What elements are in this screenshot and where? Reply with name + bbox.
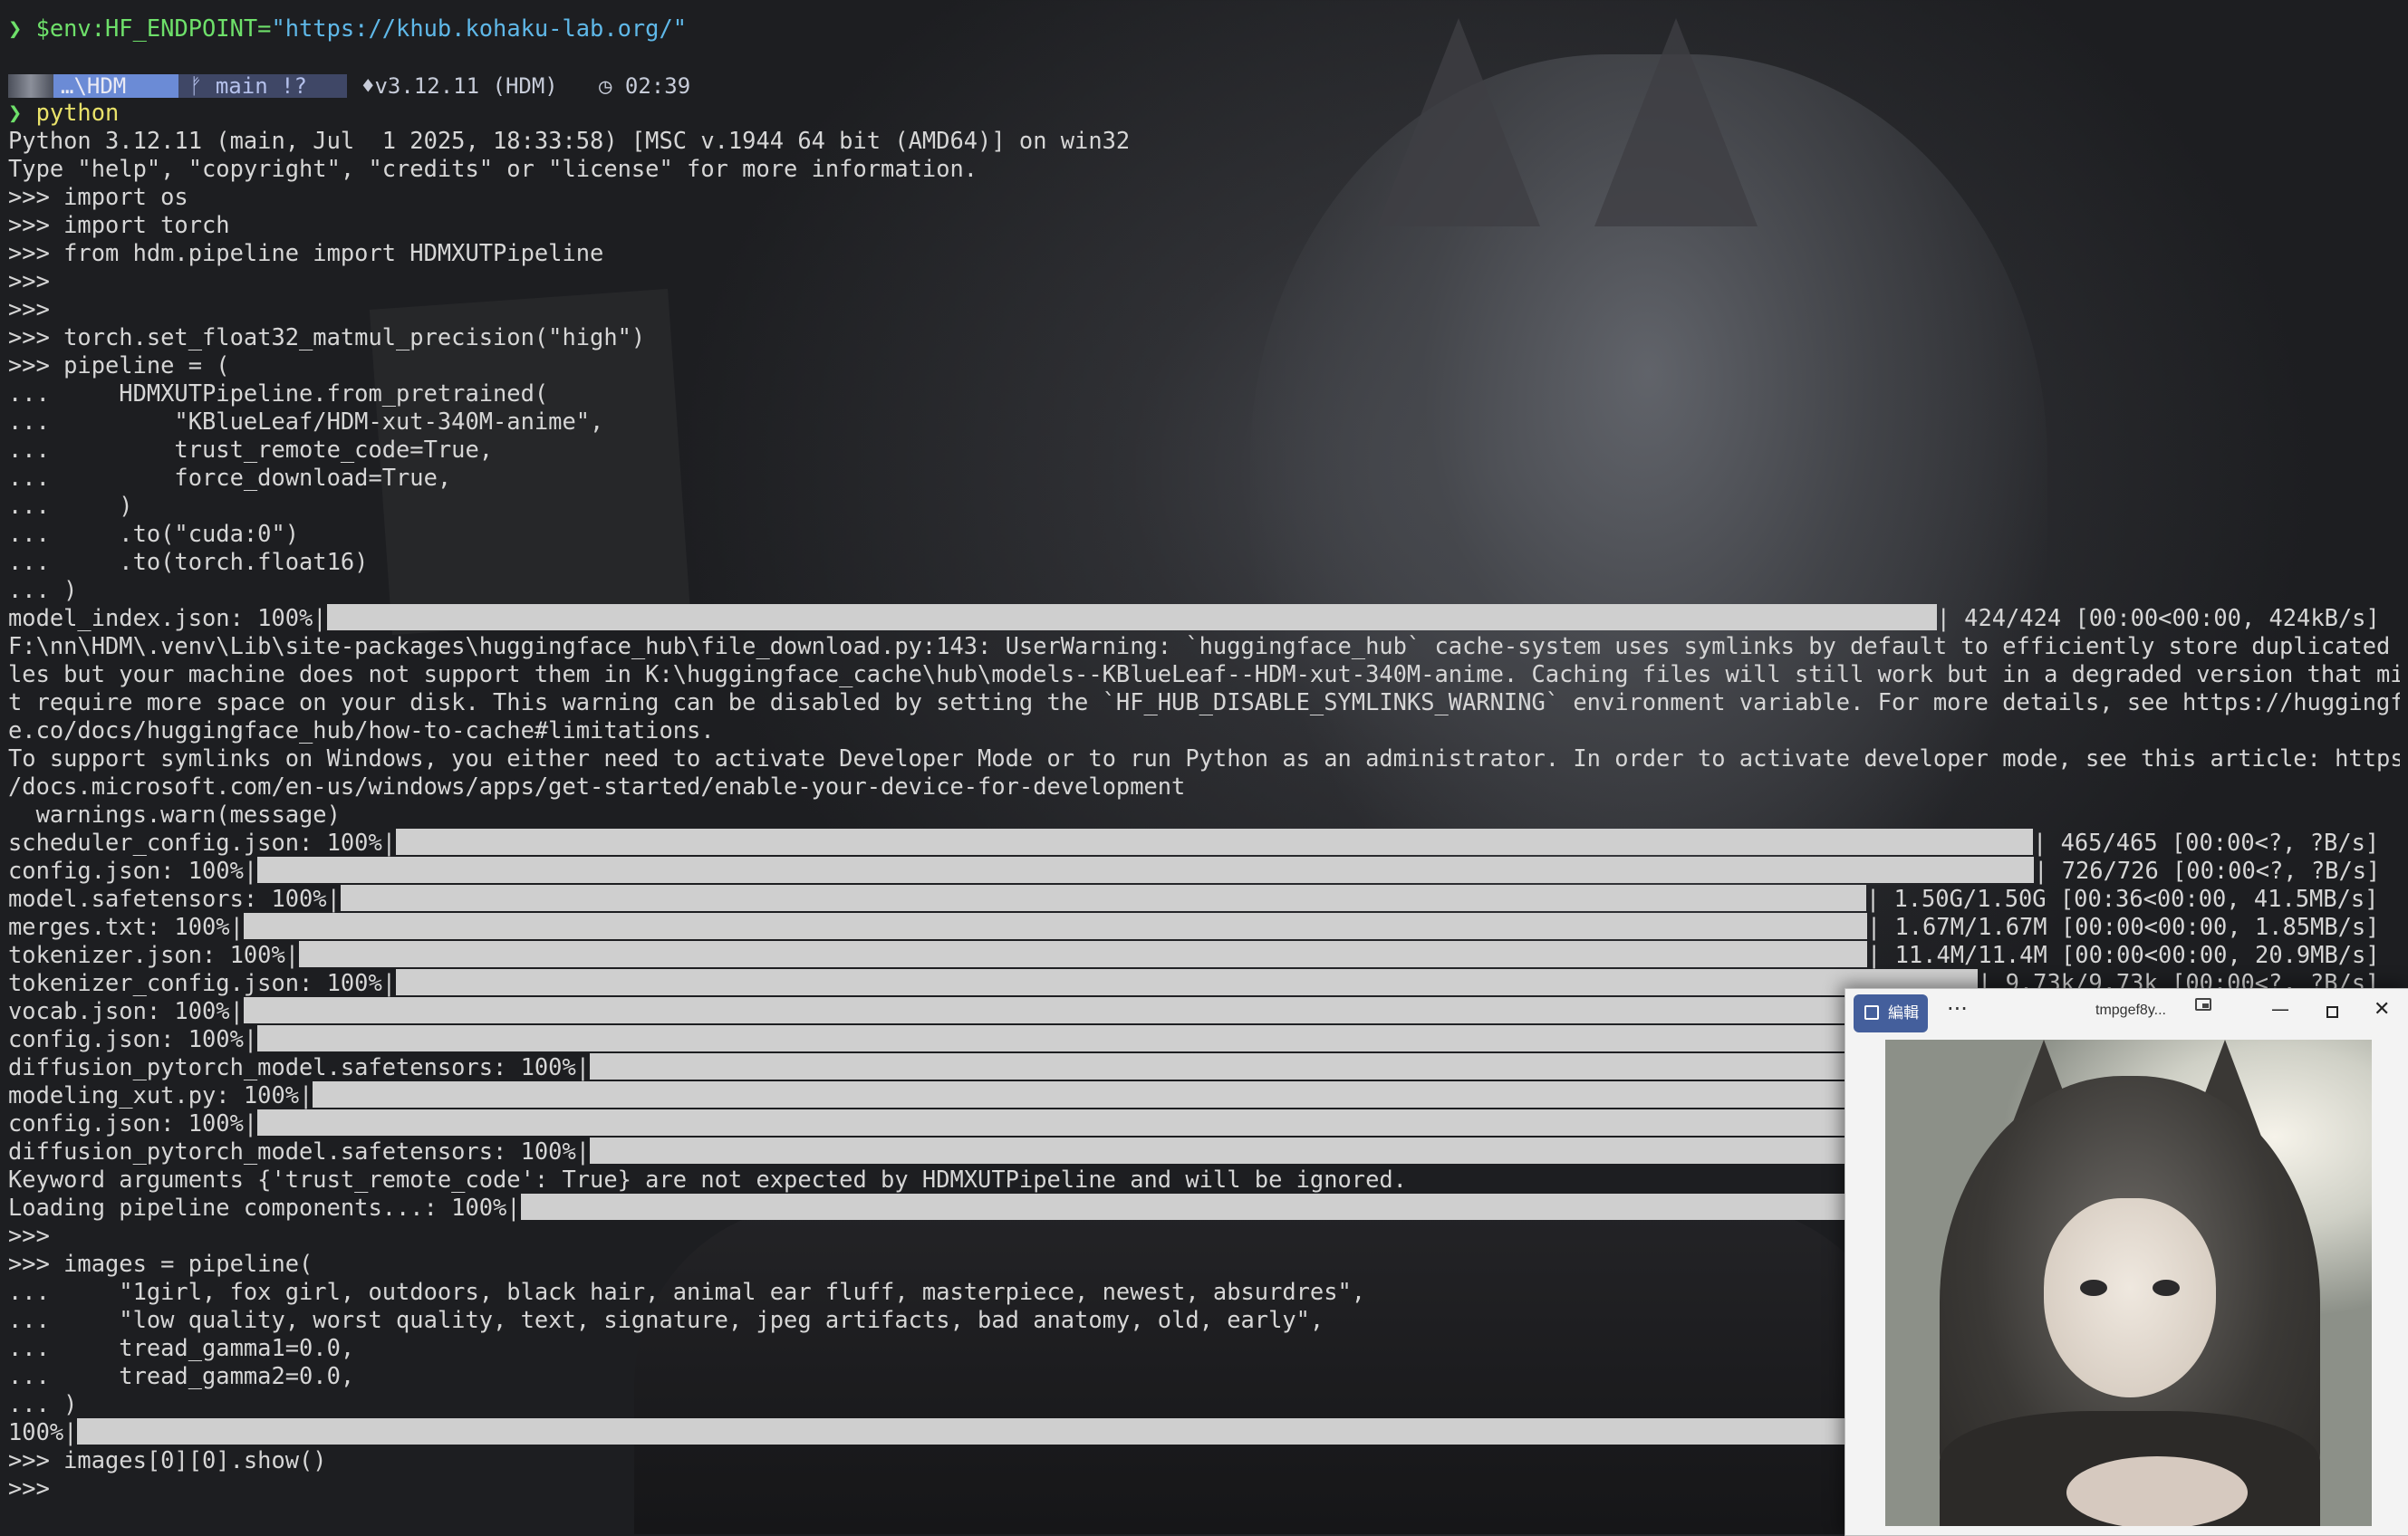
image-viewer-window[interactable]: 編輯 ··· tmpgef8y... — ✕ xyxy=(1845,988,2408,1536)
output-line: ... "KBlueLeaf/HDM-xut-340M-anime", xyxy=(8,408,604,435)
progress-label: Loading pipeline components...: 100%| xyxy=(8,1194,521,1221)
progress-stats: | 465/465 [00:00<?, ?B/s] xyxy=(2033,829,2380,856)
close-button[interactable]: ✕ xyxy=(2374,998,2390,1021)
progress-stats: | 424/424 [00:00<00:00, 424kB/s] xyxy=(1936,604,2380,631)
edit-button-label: 編輯 xyxy=(1888,1004,1919,1022)
progress-line: model_index.json: 100%| | 424/424 [00:00<… xyxy=(8,604,2400,632)
progress-bar xyxy=(257,857,2035,883)
more-options-button[interactable]: ··· xyxy=(1947,996,1968,1022)
image-face xyxy=(2044,1198,2216,1397)
progress-line: config.json: 100%| | 726/726 [00:00<?, ?B… xyxy=(8,857,2400,885)
edit-icon xyxy=(1864,1005,1879,1020)
output-line: t require more space on your disk. This … xyxy=(8,688,2400,715)
output-line: e.co/docs/huggingface_hub/how-to-cache#l… xyxy=(8,716,715,744)
output-line: >>> pipeline = ( xyxy=(8,351,230,379)
output-line: >>> import os xyxy=(8,183,188,210)
command-text: $env:HF_ENDPOINT= xyxy=(35,14,272,42)
edit-button[interactable]: 編輯 xyxy=(1854,994,1928,1032)
output-line: >>> xyxy=(8,295,50,322)
maximize-button[interactable] xyxy=(2326,1006,2338,1018)
output-line: To support symlinks on Windows, you eith… xyxy=(8,744,2400,772)
progress-bar xyxy=(243,913,1867,939)
image-hand xyxy=(2066,1456,2248,1526)
command-text: python xyxy=(35,99,120,126)
generated-image xyxy=(1885,1040,2372,1526)
output-line: F:\nn\HDM\.venv\Lib\site-packages\huggin… xyxy=(8,632,2400,659)
output-line: les but your machine does not support th… xyxy=(8,660,2400,687)
prompt-status-bar: …\HDM ᚠ main !? ♦v3.12.11 (HDM) ◷ 02:39 xyxy=(8,71,2400,99)
output-line: ... ) xyxy=(8,492,133,519)
prompt-path-segment: …\HDM xyxy=(8,74,190,98)
progress-label: 100%| xyxy=(8,1418,78,1445)
shell-command: ❯ $env:HF_ENDPOINT="https://khub.kohaku-… xyxy=(8,14,2400,43)
progress-label: diffusion_pytorch_model.safetensors: 100… xyxy=(8,1053,591,1080)
progress-label: config.json: 100%| xyxy=(8,1025,258,1052)
progress-bar xyxy=(299,941,1868,967)
progress-bar xyxy=(326,604,1937,630)
progress-label: merges.txt: 100%| xyxy=(8,913,244,940)
output-line: >>> torch.set_float32_matmul_precision("… xyxy=(8,323,646,350)
output-line: ... trust_remote_code=True, xyxy=(8,436,494,463)
output-line: >>> from hdm.pipeline import HDMXUTPipel… xyxy=(8,239,604,266)
progress-line: scheduler_config.json: 100%| | 465/465 [0… xyxy=(8,829,2400,857)
prompt-git-branch: ᚠ main !? xyxy=(178,74,347,98)
prompt-chevron: ❯ xyxy=(8,99,36,126)
progress-label: model_index.json: 100%| xyxy=(8,604,327,631)
progress-line: merges.txt: 100%| | 1.67M/1.67M [00:00<00… xyxy=(8,913,2400,941)
output-line: >>> import torch xyxy=(8,211,230,238)
progress-line: model.safetensors: 100%| | 1.50G/1.50G [0… xyxy=(8,885,2400,913)
picture-in-picture-icon[interactable] xyxy=(2195,998,2211,1011)
progress-label: config.json: 100%| xyxy=(8,857,258,884)
output-line: /docs.microsoft.com/en-us/windows/apps/g… xyxy=(8,773,1186,800)
progress-label: tokenizer_config.json: 100%| xyxy=(8,969,397,996)
prompt-path: …\HDM xyxy=(61,73,127,99)
progress-label: scheduler_config.json: 100%| xyxy=(8,829,397,856)
image-eye-left xyxy=(2080,1280,2107,1296)
minimize-button[interactable]: — xyxy=(2271,998,2289,1020)
progress-label: diffusion_pytorch_model.safetensors: 100… xyxy=(8,1138,591,1165)
output-line: Python 3.12.11 (main, Jul 1 2025, 18:33:… xyxy=(8,127,1131,154)
prompt-time: ◷ 02:39 xyxy=(599,73,691,99)
progress-label: tokenizer.json: 100%| xyxy=(8,941,300,968)
output-line: ... .to("cuda:0") xyxy=(8,520,300,547)
progress-stats: | 726/726 [00:00<?, ?B/s] xyxy=(2034,857,2381,884)
folder-icon xyxy=(8,74,53,98)
viewer-title: tmpgef8y... xyxy=(2095,1003,2166,1018)
prompt-python-version: ♦v3.12.11 (HDM) xyxy=(361,73,558,99)
progress-bar xyxy=(340,885,1866,911)
progress-label: modeling_xut.py: 100%| xyxy=(8,1081,313,1109)
progress-bar xyxy=(396,829,2034,855)
progress-label: vocab.json: 100%| xyxy=(8,997,244,1024)
output-line: Type "help", "copyright", "credits" or "… xyxy=(8,155,978,182)
output-line: ... .to(torch.float16) xyxy=(8,548,369,575)
output-line: warnings.warn(message) xyxy=(8,801,341,828)
output-line: ... HDMXUTPipeline.from_pretrained( xyxy=(8,379,549,407)
progress-stats: | 1.67M/1.67M [00:00<00:00, 1.85MB/s] xyxy=(1866,913,2380,940)
command-string: "https://khub.kohaku-lab.org/" xyxy=(271,14,688,42)
shell-command: ❯ python xyxy=(8,99,2400,127)
output-line: ... force_download=True, xyxy=(8,464,452,491)
image-eye-right xyxy=(2153,1280,2180,1296)
prompt-chevron: ❯ xyxy=(8,14,36,42)
progress-label: config.json: 100%| xyxy=(8,1109,258,1137)
viewer-titlebar[interactable]: 編輯 ··· tmpgef8y... — ✕ xyxy=(1845,989,2408,1036)
output-line: ... ) xyxy=(8,576,78,603)
progress-bar xyxy=(396,969,1979,995)
output-line: >>> xyxy=(8,267,50,294)
progress-label: model.safetensors: 100%| xyxy=(8,885,341,912)
progress-line: tokenizer.json: 100%| | 11.4M/11.4M [00:0… xyxy=(8,941,2400,969)
progress-stats: | 11.4M/11.4M [00:00<00:00, 20.9MB/s] xyxy=(1867,941,2380,968)
progress-stats: | 1.50G/1.50G [00:36<00:00, 41.5MB/s] xyxy=(1865,885,2379,912)
